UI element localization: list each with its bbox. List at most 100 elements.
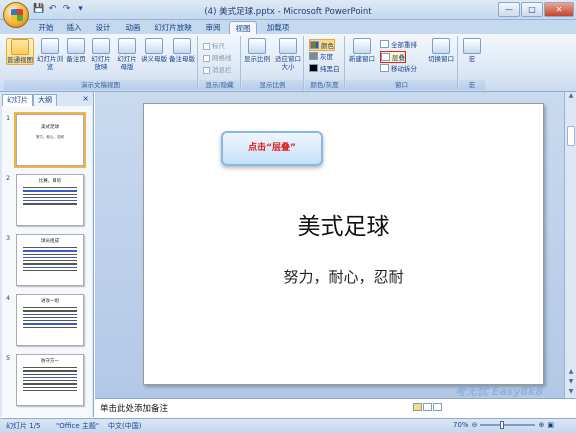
- message-bar-checkbox[interactable]: 消息栏: [203, 64, 232, 74]
- switch-window-icon: [432, 38, 450, 54]
- tab-outline[interactable]: 大纲: [33, 94, 57, 106]
- group-macros: 宏 宏: [459, 36, 485, 90]
- tab-review[interactable]: 审阅: [201, 21, 225, 34]
- zoom-slider[interactable]: [480, 421, 536, 429]
- ribbon: 普通视图 幻灯片浏览 备注页 幻灯片放映 幻灯片母版 讲义母版 备注母版 演示文…: [0, 34, 576, 92]
- group-presentation-views: 普通视图 幻灯片浏览 备注页 幻灯片放映 幻灯片母版 讲义母版 备注母版 演示文…: [4, 36, 198, 90]
- black-white-icon: [309, 64, 318, 72]
- macros-button[interactable]: 宏: [461, 38, 483, 63]
- macro-icon: [463, 38, 481, 54]
- notes-master-button[interactable]: 备注母版: [168, 38, 196, 63]
- zoom-in-icon[interactable]: ⊕: [538, 421, 544, 429]
- new-window-button[interactable]: 新建窗口: [348, 38, 376, 63]
- ribbon-tabs: 开始 插入 设计 动画 幻灯片放映 审阅 视图 加载项: [0, 20, 576, 34]
- slide-canvas[interactable]: 美式足球 努力，耐心，忍耐: [143, 103, 544, 385]
- window-controls: — □ ✕: [498, 2, 574, 17]
- switch-window-button[interactable]: 切换窗口: [426, 38, 456, 63]
- group-label: 显示/隐藏: [199, 80, 240, 90]
- group-label: 显示比例: [242, 80, 303, 90]
- ruler-checkbox[interactable]: 标尺: [203, 40, 225, 50]
- grayscale-button[interactable]: 灰度: [309, 51, 333, 61]
- slide-subtitle[interactable]: 努力，耐心，忍耐: [144, 266, 543, 287]
- zoom-button[interactable]: 显示比例: [244, 38, 270, 63]
- language: 中文(中国): [108, 422, 142, 430]
- slide-master-icon: [118, 38, 136, 54]
- tab-slides[interactable]: 幻灯片: [2, 94, 33, 106]
- normal-view-icon[interactable]: [413, 403, 422, 411]
- fit-slide-icon[interactable]: ▣: [547, 421, 554, 429]
- scroll-thumb[interactable]: [567, 126, 575, 146]
- slide-sorter-button[interactable]: 幻灯片浏览: [37, 38, 63, 71]
- grayscale-icon: [309, 52, 318, 60]
- gridlines-checkbox[interactable]: 网格线: [203, 52, 232, 62]
- notes-page-button[interactable]: 备注页: [64, 38, 88, 63]
- zoom-out-icon[interactable]: ⊖: [472, 421, 478, 429]
- slide-sorter-icon[interactable]: [423, 403, 432, 411]
- group-label: 宏: [459, 80, 485, 90]
- tab-view[interactable]: 视图: [229, 21, 257, 34]
- color-button[interactable]: 颜色: [309, 39, 335, 51]
- group-zoom: 显示比例 适应窗口大小 显示比例: [242, 36, 304, 90]
- view-buttons: [413, 403, 442, 411]
- pure-bw-button[interactable]: 纯黑白: [309, 63, 340, 73]
- slideshow-button[interactable]: 幻灯片放映: [89, 38, 113, 71]
- close-button[interactable]: ✕: [544, 2, 574, 17]
- notes-page-icon: [67, 38, 85, 54]
- normal-view-button[interactable]: 普通视图: [6, 38, 34, 65]
- close-icon[interactable]: ×: [82, 94, 89, 103]
- arrange-all-button[interactable]: 全部重排: [380, 39, 417, 49]
- handout-master-button[interactable]: 讲义母版: [141, 38, 167, 63]
- group-label: 窗口: [346, 80, 457, 90]
- split-icon: [380, 64, 389, 72]
- fit-window-icon: [279, 38, 297, 54]
- tab-insert[interactable]: 插入: [62, 21, 86, 34]
- theme-name: "Office 主题": [56, 422, 100, 430]
- cascade-icon: [381, 53, 390, 61]
- notes-pane[interactable]: 单击此处添加备注: [95, 398, 576, 418]
- vertical-scrollbar[interactable]: ▲ ▲ ▼ ▼: [564, 92, 576, 398]
- minimize-button[interactable]: —: [498, 2, 520, 17]
- new-window-icon: [353, 38, 371, 54]
- slideshow-icon: [92, 38, 110, 54]
- notes-master-icon: [173, 38, 191, 54]
- office-button[interactable]: [3, 2, 29, 28]
- tab-home[interactable]: 开始: [34, 21, 58, 34]
- scroll-up-icon[interactable]: ▲: [565, 92, 576, 102]
- slide-title[interactable]: 美式足球: [144, 207, 543, 241]
- group-label: 演示文稿视图: [4, 80, 197, 90]
- zoom-control: 70% ⊖ ⊕ ▣: [453, 421, 554, 429]
- maximize-button[interactable]: □: [521, 2, 543, 17]
- scroll-down-icon[interactable]: ▼: [565, 388, 576, 398]
- slideshow-icon[interactable]: [433, 403, 442, 411]
- normal-view-icon: [11, 39, 29, 55]
- status-bar: 幻灯片 1/5 "Office 主题" 中文(中国) 70% ⊖ ⊕ ▣: [0, 418, 576, 433]
- fit-window-button[interactable]: 适应窗口大小: [274, 38, 302, 71]
- color-icon: [310, 41, 319, 49]
- tab-design[interactable]: 设计: [91, 21, 115, 34]
- watermark: 考无忧 Easy8k8: [455, 385, 544, 398]
- next-slide-icon[interactable]: ▼: [565, 378, 576, 388]
- slide-count: 幻灯片 1/5: [6, 422, 41, 430]
- cascade-button[interactable]: 层叠: [380, 51, 406, 63]
- handout-master-icon: [145, 38, 163, 54]
- slide-master-button[interactable]: 幻灯片母版: [115, 38, 139, 71]
- group-window: 新建窗口 全部重排 层叠 移动拆分 切换窗口 窗口: [346, 36, 458, 90]
- prev-slide-icon[interactable]: ▲: [565, 368, 576, 378]
- tab-slideshow[interactable]: 幻灯片放映: [150, 21, 196, 34]
- zoom-slider-knob[interactable]: [500, 421, 505, 429]
- slide-sorter-icon: [41, 38, 59, 54]
- tab-animation[interactable]: 动画: [121, 21, 145, 34]
- group-color-grayscale: 颜色 灰度 纯黑白 颜色/灰度: [305, 36, 345, 90]
- group-label: 颜色/灰度: [305, 80, 344, 90]
- arrange-icon: [380, 40, 389, 48]
- panel-tabs: 幻灯片 大纲: [2, 94, 92, 106]
- tab-addins[interactable]: 加载项: [262, 21, 294, 34]
- instruction-callout: 点击“层叠”: [221, 131, 323, 166]
- zoom-level[interactable]: 70%: [453, 421, 469, 429]
- group-show-hide: 标尺 网格线 消息栏 显示/隐藏: [199, 36, 241, 90]
- magnifier-icon: [248, 38, 266, 54]
- title-bar: 💾 ↶ ↷ ▾ (4) 美式足球.pptx - Microsoft PowerP…: [0, 0, 576, 20]
- slides-panel: 幻灯片 大纲 × 1 美式足球 努力，耐心，忍耐 2 比赛，目的 3 球员组成 4…: [0, 92, 94, 417]
- move-split-button[interactable]: 移动拆分: [380, 63, 417, 73]
- window-title: (4) 美式足球.pptx - Microsoft PowerPoint: [204, 7, 372, 17]
